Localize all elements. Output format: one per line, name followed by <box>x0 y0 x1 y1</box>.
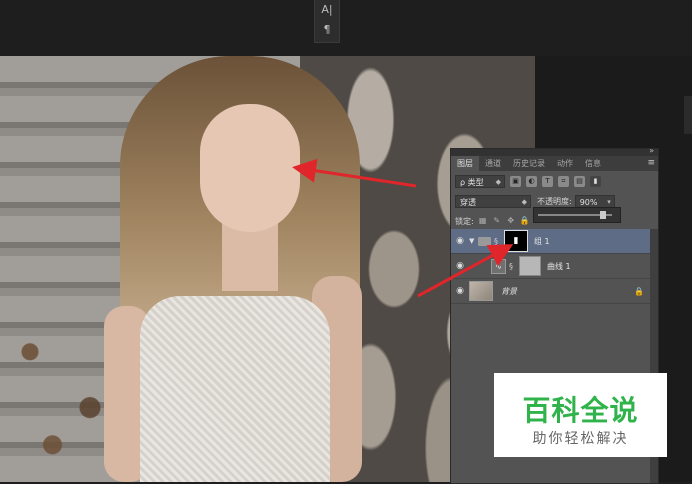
workspace-scrollbar[interactable] <box>684 96 692 134</box>
panel-menu-icon[interactable]: ≡ <box>647 156 655 171</box>
collapse-icon[interactable]: » <box>649 146 654 155</box>
filter-type-label: ρ 类型 <box>460 177 484 187</box>
panel-topbar[interactable]: » <box>451 146 658 156</box>
curves-adjustment-icon: ∿ <box>491 258 506 274</box>
tab-history[interactable]: 历史记录 <box>507 156 551 171</box>
photo-dress <box>140 296 330 482</box>
filter-toggle-icon[interactable]: ▮ <box>590 175 601 187</box>
opacity-input[interactable]: 90% ▾ <box>574 194 615 208</box>
tab-layers[interactable]: 图层 <box>451 156 479 171</box>
adjustment-filter-icon[interactable]: ◐ <box>526 175 537 187</box>
lock-icon: 🔒 <box>634 286 644 296</box>
panel-tabs: 图层 通道 历史记录 动作 信息 ≡ <box>451 156 658 171</box>
layer-row-background[interactable]: ◉ 背景 🔒 <box>451 279 658 304</box>
top-options-bar <box>0 0 692 56</box>
watermark-subtitle: 助你轻松解决 <box>532 431 629 447</box>
lock-all-icon[interactable]: 🔒 <box>520 216 530 226</box>
blend-mode-value: 穿透 <box>460 197 476 207</box>
shape-filter-icon[interactable]: ⌗ <box>558 175 569 187</box>
folder-icon <box>478 236 491 246</box>
lock-transparency-icon[interactable]: ▦ <box>478 216 488 226</box>
filter-type-select[interactable]: ρ 类型 ◆ <box>455 174 505 188</box>
lock-position-icon[interactable]: ✥ <box>506 216 516 226</box>
layers-list: ◉ ▼ § ▮ 组 1 ◉ ∿ § 曲线 1 ◉ 背景 🔒 <box>451 229 658 304</box>
tab-info[interactable]: 信息 <box>579 156 607 171</box>
type-filter-icon[interactable]: T <box>542 175 553 187</box>
lock-label: 锁定: <box>455 216 474 226</box>
link-icon[interactable]: § <box>494 237 502 246</box>
paragraph-panel-icon[interactable]: ¶ <box>315 20 339 40</box>
expand-triangle-icon[interactable]: ▼ <box>469 237 478 245</box>
photo-face <box>200 104 300 232</box>
layer-name: 背景 <box>501 286 517 296</box>
eye-icon[interactable]: ◉ <box>451 236 469 246</box>
slider-knob[interactable] <box>600 211 606 219</box>
blend-mode-select[interactable]: 穿透 ◆ <box>455 194 531 208</box>
character-panel-icon[interactable]: A| <box>315 0 339 20</box>
opacity-value: 90% <box>579 197 598 207</box>
watermark-box: 百科全说 助你轻松解决 <box>494 373 667 457</box>
layer-name: 曲线 1 <box>547 261 571 271</box>
layer-row-group[interactable]: ◉ ▼ § ▮ 组 1 <box>451 229 658 254</box>
opacity-slider[interactable] <box>533 207 621 223</box>
eye-icon[interactable]: ◉ <box>451 286 469 296</box>
link-icon[interactable]: § <box>509 262 517 271</box>
lock-pixels-icon[interactable]: ✎ <box>492 216 502 226</box>
smartobject-filter-icon[interactable]: ▤ <box>574 175 585 187</box>
filter-row: ρ 类型 ◆ ▣ ◐ T ⌗ ▤ ▮ <box>451 171 658 191</box>
layer-mask-thumbnail[interactable]: ▮ <box>504 230 528 252</box>
pixel-filter-icon[interactable]: ▣ <box>510 175 521 187</box>
eye-icon[interactable]: ◉ <box>451 261 469 271</box>
tab-channels[interactable]: 通道 <box>479 156 507 171</box>
background-thumbnail[interactable] <box>469 281 493 301</box>
mask-thumbnail[interactable] <box>519 256 541 276</box>
chevron-down-icon: ◆ <box>495 177 501 186</box>
layer-row-curves[interactable]: ◉ ∿ § 曲线 1 <box>451 254 658 279</box>
mini-toolbar: A| ¶ <box>314 0 340 43</box>
tab-actions[interactable]: 动作 <box>551 156 579 171</box>
chevron-down-icon: ◆ <box>521 197 527 206</box>
opacity-label: 不透明度: <box>537 196 572 206</box>
layer-name: 组 1 <box>534 236 550 246</box>
watermark-title: 百科全说 <box>522 394 639 427</box>
